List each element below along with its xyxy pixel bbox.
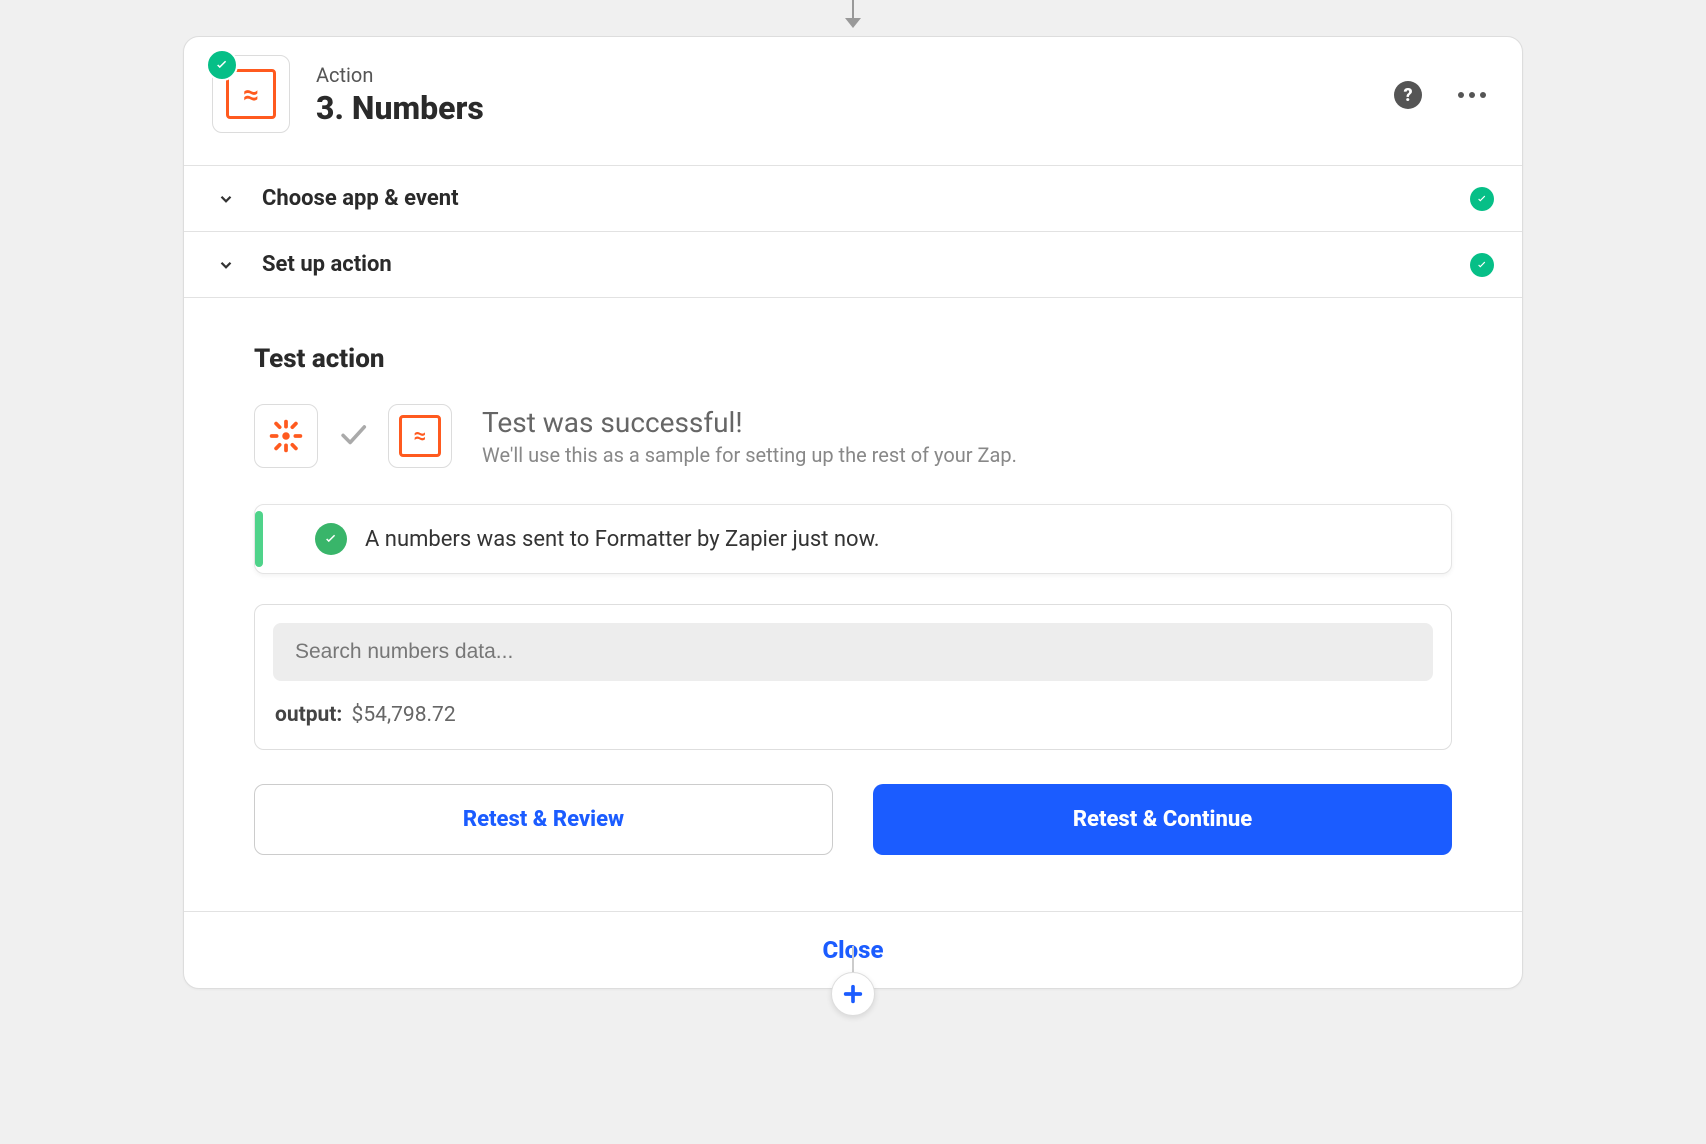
action-step-card: ≈ Action 3. Numbers ? Choose app & event [183, 36, 1523, 989]
formatter-icon: ≈ [388, 404, 452, 468]
section-complete-icon [1470, 253, 1494, 277]
section-set-up-action[interactable]: Set up action [184, 231, 1522, 297]
test-flow-row: ≈ Test was successful! We'll use this as… [254, 404, 1452, 468]
chevron-down-icon [214, 253, 238, 277]
help-icon[interactable]: ? [1394, 81, 1422, 109]
search-input[interactable] [293, 639, 1413, 665]
retest-continue-button[interactable]: Retest & Continue [873, 784, 1452, 855]
retest-review-button[interactable]: Retest & Review [254, 784, 833, 855]
section-label: Choose app & event [262, 186, 459, 211]
output-key: output: [275, 703, 342, 727]
app-icon-wrapper: ≈ [212, 55, 292, 135]
test-action-heading: Test action [254, 344, 1452, 374]
test-passed-check-icon [336, 417, 370, 455]
output-row: output: $54,798.72 [273, 681, 1433, 731]
search-box [273, 623, 1433, 681]
test-button-row: Retest & Review Retest & Continue [254, 784, 1452, 855]
step-category-label: Action [316, 63, 1370, 87]
section-choose-app-event[interactable]: Choose app & event [184, 165, 1522, 231]
test-success-subtext: We'll use this as a sample for setting u… [482, 443, 1017, 467]
add-step-node [831, 946, 875, 1016]
chevron-down-icon [214, 187, 238, 211]
zapier-icon [254, 404, 318, 468]
step-header: ≈ Action 3. Numbers ? [184, 37, 1522, 165]
incoming-connector [845, 0, 861, 28]
output-value: $54,798.72 [352, 703, 456, 727]
check-circle-icon [315, 523, 347, 555]
section-label: Set up action [262, 252, 392, 277]
test-success-headline: Test was successful! [482, 406, 1017, 439]
test-data-panel: output: $54,798.72 [254, 604, 1452, 750]
toast-message: A numbers was sent to Formatter by Zapie… [365, 527, 880, 552]
more-options-icon[interactable] [1458, 92, 1486, 98]
section-test-action: Test action ≈ Test was successful! We'll… [184, 297, 1522, 911]
success-toast: A numbers was sent to Formatter by Zapie… [254, 504, 1452, 574]
step-title: 3. Numbers [316, 89, 1370, 127]
step-status-complete-icon [206, 49, 238, 81]
section-complete-icon [1470, 187, 1494, 211]
add-step-button[interactable] [831, 972, 875, 1016]
